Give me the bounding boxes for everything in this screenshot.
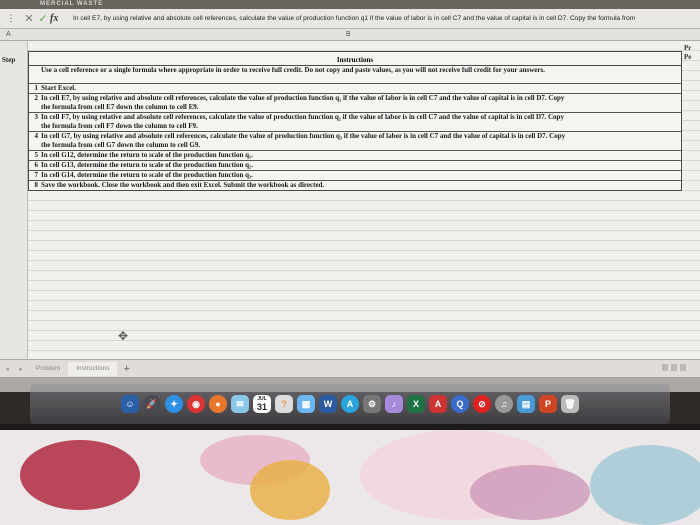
instructions-header-row: Instructions (29, 52, 681, 66)
search-icon[interactable]: Q (451, 395, 469, 413)
macos-dock: ☺ 🚀 ✦ ◉ ● ✉ JUL 31 ? ▦ W A ⚙ ♪ X A Q ⊘ ♫… (30, 384, 670, 424)
cell-cursor-icon: ✥ (118, 329, 129, 343)
desk-surface (0, 430, 700, 525)
instructions-table: Instructions Use a cell reference or a s… (28, 51, 682, 191)
worksheet-grid[interactable]: Step Pr Pe Instructions Use a cell refer… (0, 41, 700, 359)
step-text: Start Excel. (41, 84, 76, 92)
table-row[interactable]: 2 In cell E7, by using relative and abso… (29, 94, 681, 113)
sheet-tab-bar: ◂ ▸ Problem Instructions + (0, 359, 700, 377)
table-row[interactable]: 3 In cell F7, by using relative and abso… (29, 113, 681, 132)
table-row[interactable]: 6 In cell G13, determine the return to s… (29, 161, 681, 171)
column-header-row: A B (0, 29, 700, 41)
firefox-icon[interactable]: ● (209, 395, 227, 413)
normal-view-icon[interactable] (662, 364, 668, 371)
step-text-line: the formula from cell E7 down the column… (41, 103, 199, 111)
step-number: 6 (34, 161, 39, 169)
tab-prev-icon[interactable]: ◂ (5, 365, 9, 373)
trash-icon[interactable]: 🗑 (561, 395, 579, 413)
tab-instructions[interactable]: Instructions (68, 361, 118, 376)
row-headers (0, 41, 28, 359)
cutoff-text-1: Pr (684, 44, 692, 52)
step-number: 5 (34, 151, 39, 159)
step-text: In cell G7, by using relative and absolu… (39, 132, 681, 150)
preview-icon[interactable]: ▤ (517, 395, 535, 413)
table-row[interactable]: 7 In cell G14, determine the return to s… (29, 171, 681, 181)
app-store-icon[interactable]: A (341, 395, 359, 413)
column-header-b[interactable]: B (346, 31, 351, 38)
safari-icon[interactable]: ✦ (165, 395, 183, 413)
finder-icon[interactable]: ☺ (121, 395, 139, 413)
step-text: In cell G13, determine the return to sca… (41, 161, 253, 169)
formula-bar: ⋮ ✕ ✓ fx In cell E7, by using relative a… (0, 9, 700, 29)
enter-formula-button[interactable]: ✓ (36, 11, 50, 27)
itunes-icon[interactable]: ♫ (495, 395, 513, 413)
table-row[interactable]: 1 Start Excel. (29, 84, 681, 94)
tab-scroll-buttons[interactable]: ◂ ▸ (0, 365, 28, 373)
step-text: In cell E7, by using relative and absolu… (39, 94, 681, 112)
calendar-day: 31 (256, 402, 267, 412)
step-column-header: Step (2, 56, 16, 64)
tab-next-icon[interactable]: ▸ (19, 365, 23, 373)
help-icon[interactable]: ? (275, 395, 293, 413)
step-text-line: the formula from cell F7 down the column… (41, 122, 198, 130)
step-text: In cell G12, determine the return to sca… (41, 151, 253, 159)
calendar-icon[interactable]: JUL 31 (253, 395, 271, 413)
decorative-blob (20, 440, 140, 510)
decorative-blob (470, 465, 590, 520)
step-number: 4 (34, 132, 39, 140)
intro-row[interactable]: Use a cell reference or a single formula… (29, 66, 681, 84)
notes-icon[interactable]: ♪ (385, 395, 403, 413)
step-text-line: In cell E7, by using relative and absolu… (41, 94, 565, 102)
excel-window: MERCIAL WASTE ⋮ ✕ ✓ fx In cell E7, by us… (0, 0, 700, 392)
system-preferences-icon[interactable]: ⚙ (363, 395, 381, 413)
cancel-formula-button[interactable]: ✕ (22, 11, 36, 27)
decorative-blob (590, 445, 700, 525)
add-sheet-button[interactable]: + (117, 363, 135, 375)
table-row[interactable]: 5 In cell G12, determine the return to s… (29, 151, 681, 161)
name-box-stepper[interactable]: ⋮ (0, 11, 22, 27)
powerpoint-icon[interactable]: P (539, 395, 557, 413)
intro-text: Use a cell reference or a single formula… (41, 66, 545, 74)
table-row[interactable]: 8 Save the workbook. Close the workbook … (29, 181, 681, 190)
intro-step-number (29, 66, 39, 83)
step-number: 1 (34, 84, 39, 92)
table-row[interactable]: 4 In cell G7, by using relative and abso… (29, 132, 681, 151)
page-break-icon[interactable] (680, 364, 686, 371)
step-number: 2 (34, 94, 39, 102)
launchpad-icon[interactable]: 🚀 (143, 395, 161, 413)
step-number: 7 (34, 171, 39, 179)
excel-icon[interactable]: X (407, 395, 425, 413)
instructions-header: Instructions (336, 56, 374, 64)
view-buttons[interactable] (662, 364, 686, 371)
no-entry-icon[interactable]: ⊘ (473, 395, 491, 413)
step-text: In cell F7, by using relative and absolu… (39, 113, 681, 131)
cutoff-column-header: Pr Pe (684, 44, 700, 62)
step-number: 8 (34, 181, 39, 189)
step-number: 3 (34, 113, 39, 121)
column-header-a[interactable]: A (6, 31, 11, 38)
tab-problem[interactable]: Problem (28, 362, 68, 376)
step-text-line: In cell F7, by using relative and absolu… (41, 113, 564, 121)
page-layout-icon[interactable] (671, 364, 677, 371)
step-text: Save the workbook. Close the workbook an… (41, 181, 325, 189)
dictionary-icon[interactable]: A (429, 395, 447, 413)
photos-icon[interactable]: ▦ (297, 395, 315, 413)
step-text-line: In cell G7, by using relative and absolu… (41, 132, 566, 140)
insert-function-button[interactable]: fx (50, 13, 70, 24)
formula-input[interactable]: In cell E7, by using relative and absolu… (70, 11, 700, 27)
cutoff-text-2: Pe (684, 53, 692, 61)
step-text-line: the formula from cell G7 down the column… (41, 141, 201, 149)
step-text: In cell G14, determine the return to sca… (41, 171, 253, 179)
mail-icon[interactable]: ✉ (231, 395, 249, 413)
word-icon[interactable]: W (319, 395, 337, 413)
decorative-blob (250, 460, 330, 520)
photo-of-laptop-screen: MERCIAL WASTE ⋮ ✕ ✓ fx In cell E7, by us… (0, 0, 700, 525)
chrome-icon[interactable]: ◉ (187, 395, 205, 413)
ribbon-strip: MERCIAL WASTE (0, 0, 700, 9)
